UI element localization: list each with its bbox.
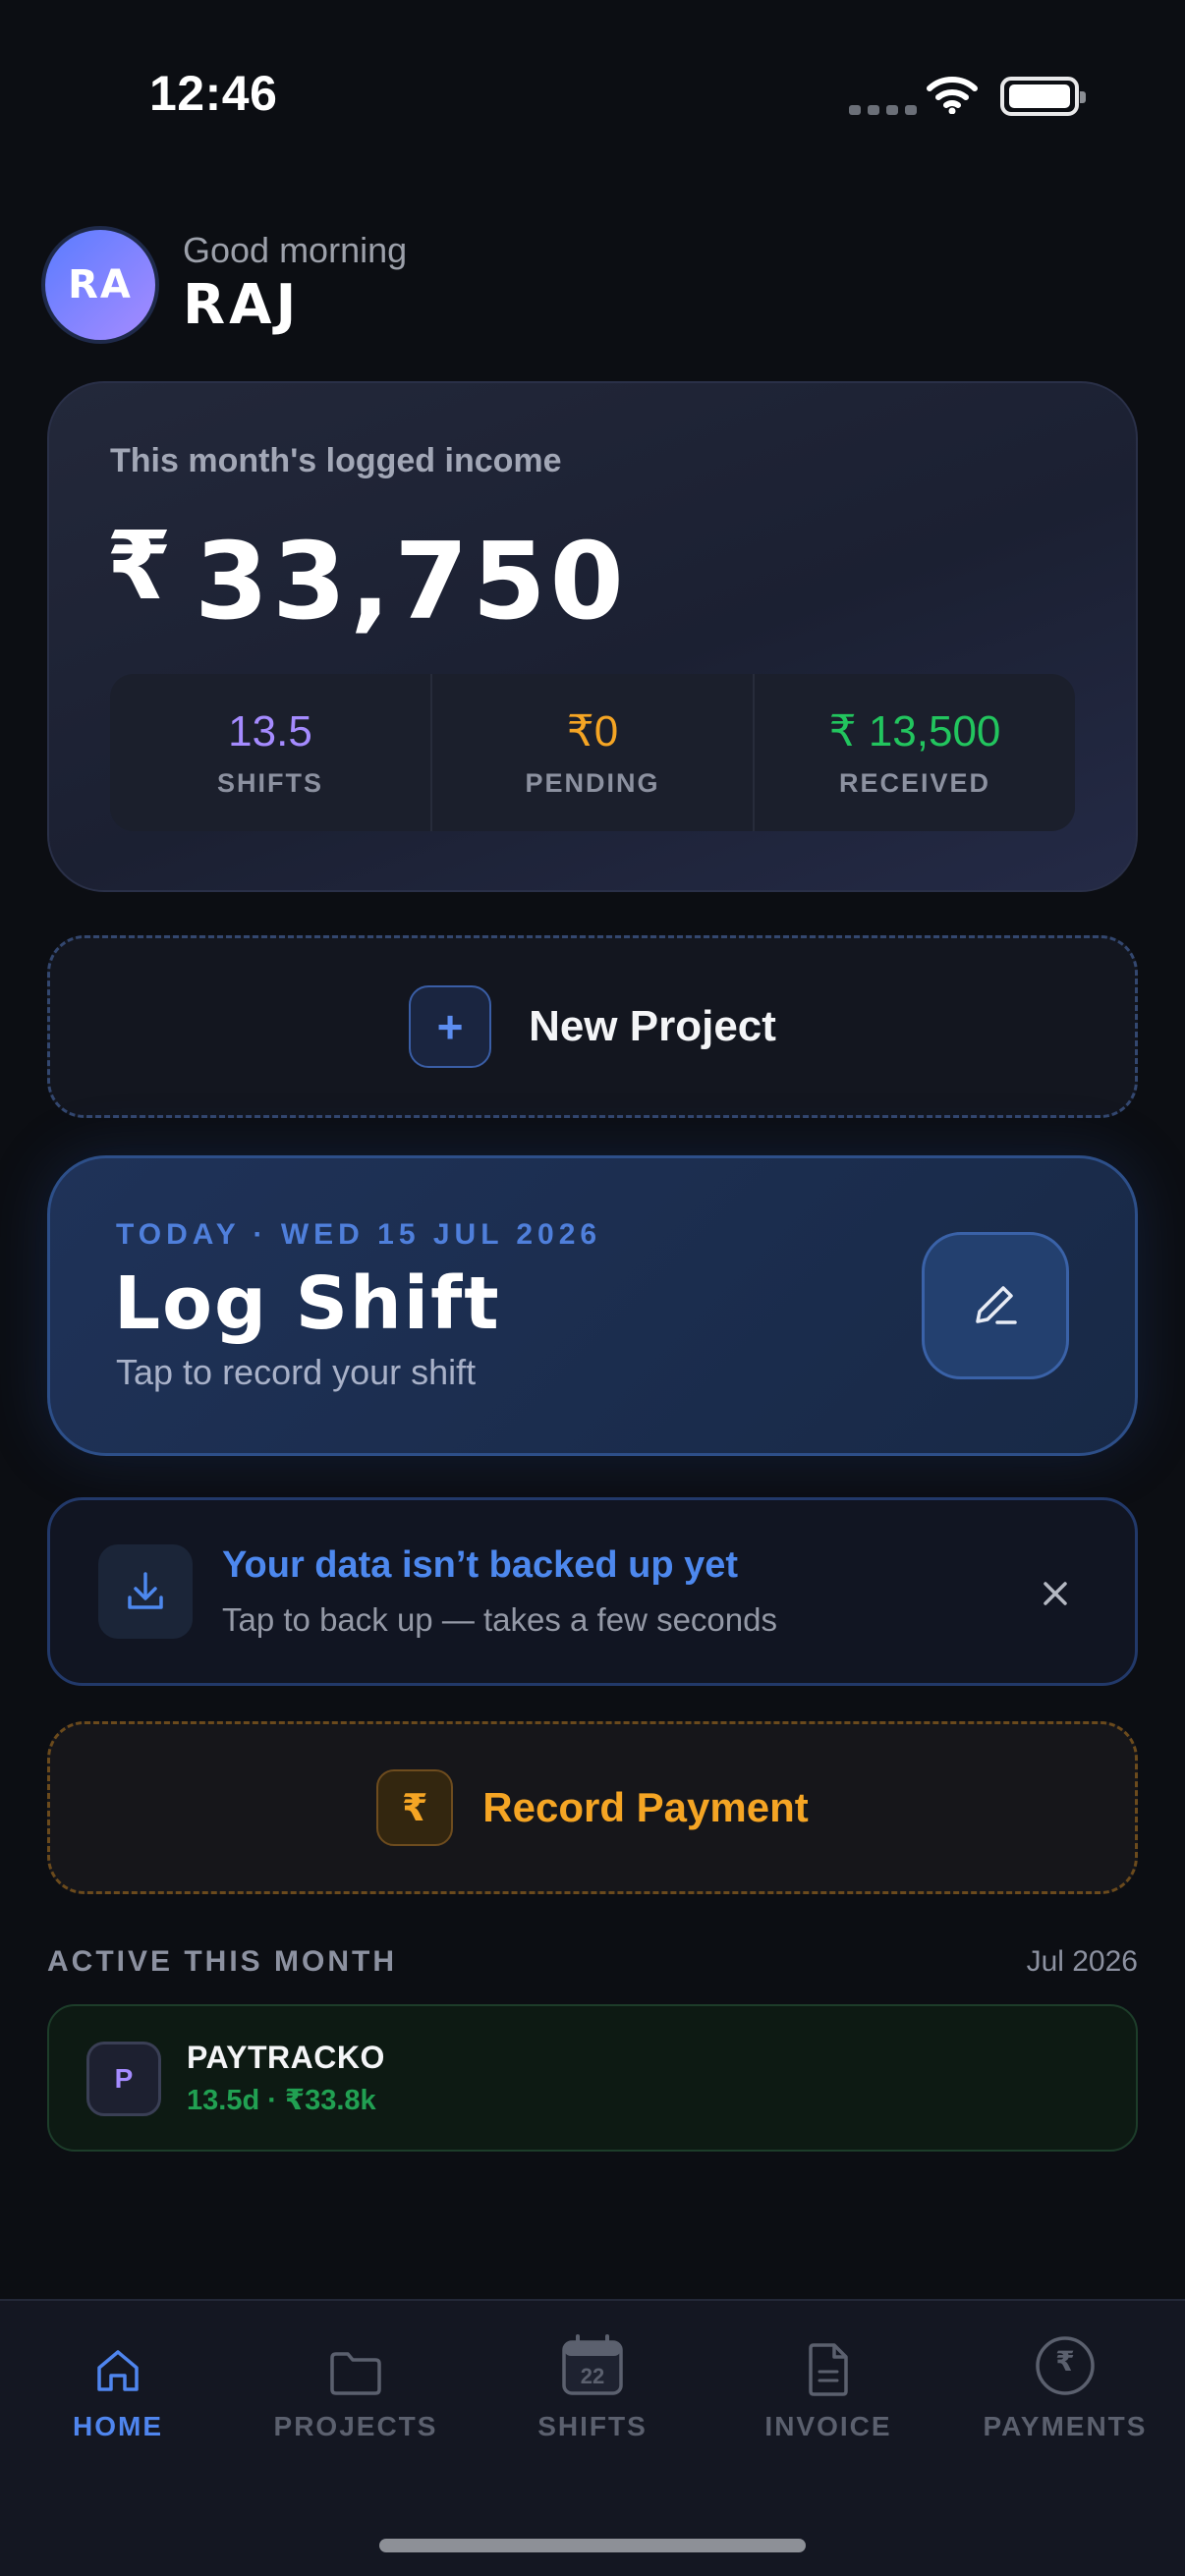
- rupee-circle-icon: ₹: [1034, 2328, 1097, 2397]
- income-label: This month's logged income: [110, 442, 562, 479]
- home-icon: [91, 2328, 144, 2397]
- calendar-icon: 22: [560, 2328, 625, 2397]
- new-project-label: New Project: [529, 1002, 776, 1050]
- tab-shifts[interactable]: 22 SHIFTS: [484, 2328, 701, 2446]
- tab-projects[interactable]: PROJECTS: [248, 2328, 464, 2446]
- tab-invoice[interactable]: INVOICE: [720, 2328, 936, 2446]
- battery-icon: [1000, 77, 1086, 116]
- stat-received: ₹ 13,500 RECEIVED: [755, 674, 1075, 831]
- income-amount: 33,750: [195, 521, 628, 644]
- stat-pending: ₹0 PENDING: [432, 674, 755, 831]
- list-item[interactable]: [47, 2004, 1138, 2152]
- log-shift-subtitle: Tap to record your shift: [116, 1352, 477, 1392]
- home-indicator: [379, 2539, 806, 2552]
- stat-shifts: 13.5 SHIFTS: [110, 674, 432, 831]
- tab-payments-label: PAYMENTS: [983, 2411, 1148, 2441]
- project-avatar: P: [86, 2042, 161, 2116]
- download-icon: [98, 1544, 193, 1639]
- stat-pending-value: ₹0: [566, 707, 619, 756]
- stat-shifts-label: SHIFTS: [216, 767, 323, 798]
- stat-received-value: ₹ 13,500: [828, 707, 1001, 756]
- greeting-salutation: Good morning: [183, 230, 408, 270]
- new-project-button[interactable]: + New Project: [47, 935, 1138, 1118]
- rupee-icon: ₹: [376, 1769, 454, 1846]
- tab-shifts-label: SHIFTS: [537, 2411, 648, 2441]
- backup-title: Your data isn’t backed up yet: [222, 1544, 739, 1586]
- stat-pending-label: PENDING: [525, 768, 660, 798]
- user-name: RAJ: [183, 273, 301, 337]
- record-payment-button[interactable]: ₹ Record Payment: [47, 1721, 1138, 1894]
- plus-icon: +: [409, 985, 492, 1068]
- backup-subtitle: Tap to back up — takes a few seconds: [222, 1601, 777, 1638]
- income-currency: ₹: [106, 511, 172, 621]
- project-name: PAYTRACKO: [187, 2040, 385, 2075]
- stat-shifts-value: 13.5: [228, 706, 312, 756]
- log-shift-date: TODAY · WED 15 JUL 2026: [116, 1218, 602, 1251]
- log-shift-title: Log Shift: [114, 1261, 501, 1346]
- tab-payments[interactable]: ₹ PAYMENTS: [957, 2328, 1173, 2446]
- active-heading: ACTIVE THIS MONTH: [47, 1945, 397, 1978]
- tab-invoice-label: INVOICE: [764, 2411, 892, 2441]
- wifi-icon: [927, 77, 978, 114]
- active-month: Jul 2026: [1026, 1945, 1138, 1978]
- project-meta: 13.5d · ₹33.8k: [187, 2085, 376, 2116]
- pencil-icon: [976, 1286, 1017, 1324]
- income-stats: 13.5 SHIFTS ₹0 PENDING ₹ 13,500 RECEIVED: [110, 674, 1075, 831]
- tab-home[interactable]: HOME: [10, 2328, 226, 2446]
- tab-projects-label: PROJECTS: [273, 2411, 438, 2441]
- edit-shift-button[interactable]: [922, 1232, 1069, 1379]
- avatar[interactable]: RA: [41, 226, 159, 344]
- calendar-day: 22: [580, 2364, 605, 2388]
- folder-icon: [328, 2328, 383, 2397]
- rupee-glyph: ₹: [1055, 2346, 1075, 2377]
- tab-home-label: HOME: [73, 2411, 163, 2441]
- stat-received-label: RECEIVED: [838, 768, 991, 798]
- record-payment-label: Record Payment: [482, 1784, 809, 1830]
- document-icon: [805, 2328, 852, 2397]
- status-time: 12:46: [149, 66, 278, 121]
- backup-banner[interactable]: [47, 1497, 1138, 1686]
- cellular-signal-icon: [849, 105, 917, 115]
- close-icon[interactable]: [1034, 1572, 1077, 1615]
